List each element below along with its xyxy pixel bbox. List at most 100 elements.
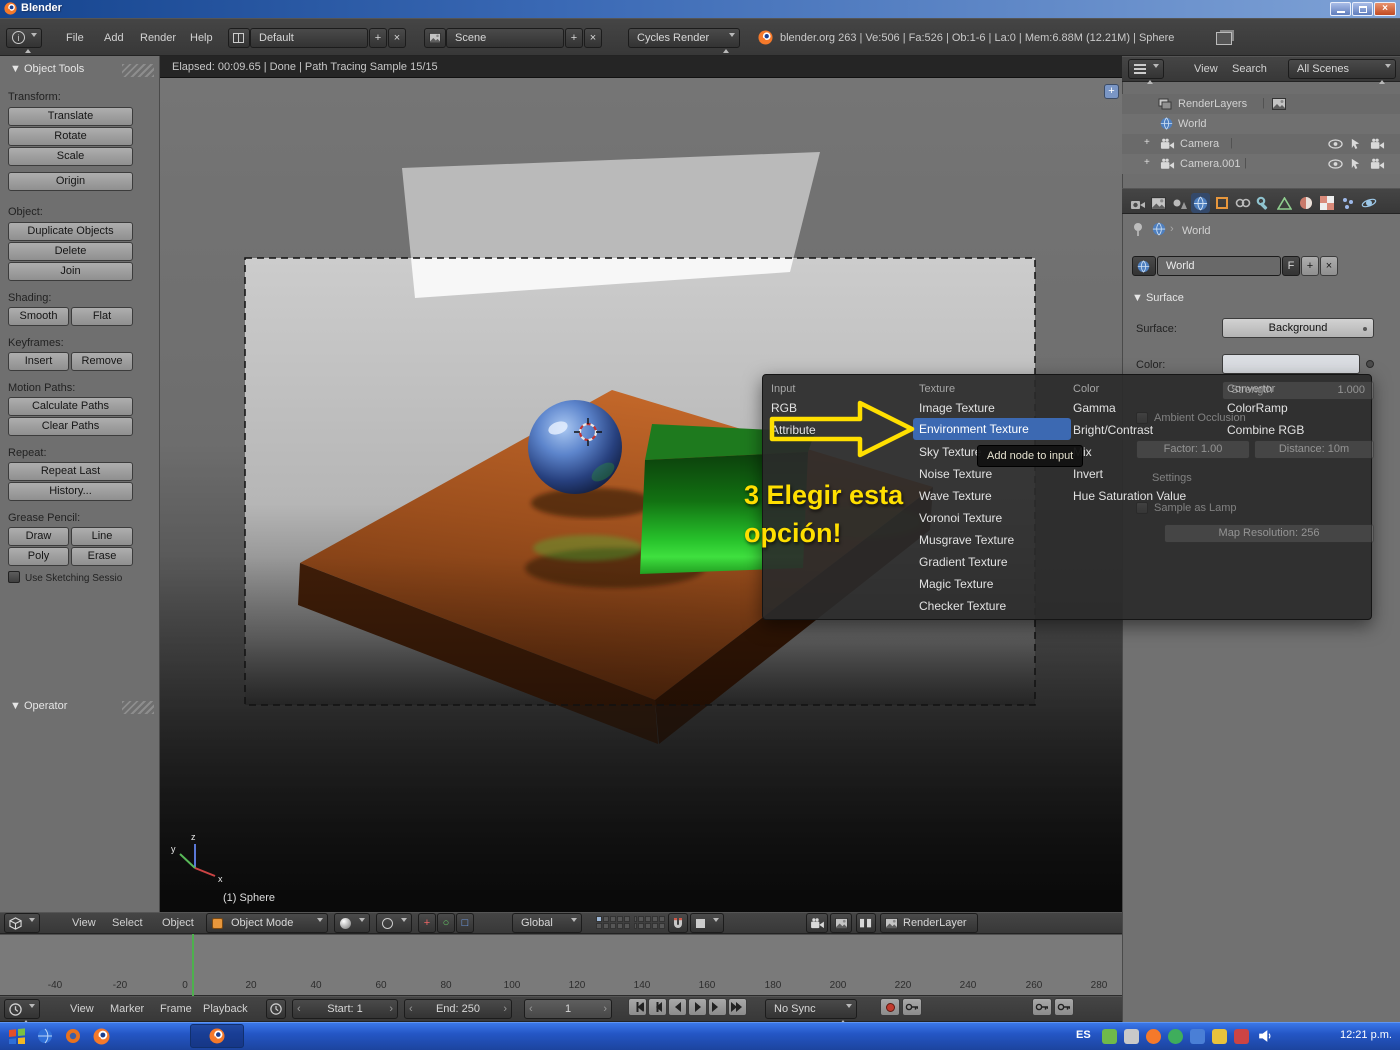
timeline-menu-marker[interactable]: Marker xyxy=(110,999,144,1019)
screen-layout-add-button[interactable]: + xyxy=(369,28,387,48)
timeline-menu-playback[interactable]: Playback xyxy=(203,999,248,1019)
render-opengl-button[interactable] xyxy=(806,913,828,933)
outliner-menu-search[interactable]: Search xyxy=(1232,59,1267,79)
duplicate-objects-button[interactable]: Duplicate Objects xyxy=(8,222,133,241)
quick-launch-firefox-icon[interactable] xyxy=(62,1025,84,1047)
selectability-toggle-icon[interactable] xyxy=(1350,158,1361,169)
renderability-toggle-icon[interactable] xyxy=(1370,138,1385,150)
menu-item-environment-texture[interactable]: Environment Texture xyxy=(913,418,1071,440)
tab-texture[interactable] xyxy=(1317,193,1336,213)
tab-scene[interactable] xyxy=(1170,193,1189,213)
menu-add[interactable]: Add xyxy=(104,28,124,48)
menu-item-invert[interactable]: Invert xyxy=(1067,463,1219,485)
visibility-toggle-icon[interactable] xyxy=(1328,159,1343,169)
jump-to-end-button[interactable] xyxy=(728,998,747,1016)
pin-icon[interactable] xyxy=(1132,222,1144,236)
tray-icon-5[interactable] xyxy=(1190,1029,1205,1044)
rotate-button[interactable]: Rotate xyxy=(8,127,133,146)
translate-button[interactable]: Translate xyxy=(8,107,133,126)
snap-element-dropdown[interactable] xyxy=(690,913,724,933)
repeat-last-button[interactable]: Repeat Last xyxy=(8,462,133,481)
taskbar-clock[interactable]: 12:21 p.m. xyxy=(1322,1029,1392,1041)
renderlayer-field[interactable]: RenderLayer xyxy=(880,913,978,933)
manipulator-scale-toggle[interactable]: □ xyxy=(456,913,474,933)
play-reverse-button[interactable] xyxy=(668,998,687,1016)
autokey-button[interactable] xyxy=(902,998,922,1016)
menu-render[interactable]: Render xyxy=(140,28,176,48)
origin-button[interactable]: Origin xyxy=(8,172,133,191)
manipulator-translate-toggle[interactable]: + xyxy=(418,913,436,933)
surface-type-dropdown[interactable]: Background xyxy=(1222,318,1374,338)
gp-poly-button[interactable]: Poly xyxy=(8,547,69,566)
jump-to-start-button[interactable] xyxy=(628,998,647,1016)
menu-item-magic-texture[interactable]: Magic Texture xyxy=(913,573,1067,595)
pause-render-button[interactable]: ▮▮ xyxy=(856,913,876,933)
tab-material[interactable] xyxy=(1296,193,1315,213)
layers-widget[interactable] xyxy=(596,916,662,931)
sync-dropdown[interactable]: No Sync xyxy=(765,999,857,1019)
menu-item-musgrave-texture[interactable]: Musgrave Texture xyxy=(913,529,1067,551)
timeline-menu-frame[interactable]: Frame xyxy=(160,999,192,1019)
outliner-row-camera[interactable]: + Camera | xyxy=(1122,134,1400,154)
mode-dropdown[interactable]: Object Mode xyxy=(206,913,328,933)
menu-item-colorramp[interactable]: ColorRamp xyxy=(1221,397,1367,419)
timeline-menu-view[interactable]: View xyxy=(70,999,94,1019)
tab-object-data[interactable] xyxy=(1275,193,1294,213)
smooth-button[interactable]: Smooth xyxy=(8,307,69,326)
tab-object[interactable] xyxy=(1212,193,1231,213)
object-tools-panel-header[interactable]: ▼ Object Tools xyxy=(10,63,84,75)
calculate-paths-button[interactable]: Calculate Paths xyxy=(8,397,133,416)
sketching-session-checkbox[interactable] xyxy=(8,571,20,583)
panel-grip[interactable] xyxy=(122,64,154,77)
menu-help[interactable]: Help xyxy=(190,28,213,48)
delete-button[interactable]: Delete xyxy=(8,242,133,261)
tray-icon-7[interactable] xyxy=(1234,1029,1249,1044)
window-duplicate-icon[interactable] xyxy=(1216,32,1232,45)
operator-panel-header[interactable]: ▼ Operator xyxy=(10,700,67,712)
gp-draw-button[interactable]: Draw xyxy=(8,527,69,546)
fake-user-button[interactable]: F xyxy=(1282,256,1300,276)
properties-region-toggle[interactable]: + xyxy=(1104,84,1119,99)
render-engine-dropdown[interactable]: Cycles Render xyxy=(628,28,740,48)
expand-icon[interactable]: + xyxy=(1144,157,1150,168)
tray-icon-2[interactable] xyxy=(1124,1029,1139,1044)
menu-item-gamma[interactable]: Gamma xyxy=(1067,397,1219,419)
tab-render-layers[interactable] xyxy=(1149,193,1168,213)
tray-icon-3[interactable] xyxy=(1146,1029,1161,1044)
remove-keyframe-button[interactable]: Remove xyxy=(71,352,133,371)
menu-item-voronoi-texture[interactable]: Voronoi Texture xyxy=(913,507,1067,529)
view3d-menu-object[interactable]: Object xyxy=(162,913,194,933)
world-color-swatch[interactable] xyxy=(1222,354,1360,374)
menu-item-mix[interactable]: Mix xyxy=(1067,441,1219,463)
animate-dot-button[interactable] xyxy=(1366,360,1374,368)
jump-prev-keyframe-button[interactable] xyxy=(648,998,667,1016)
outliner-row-renderlayers[interactable]: RenderLayers | xyxy=(1122,94,1400,114)
jump-next-keyframe-button[interactable] xyxy=(708,998,727,1016)
menu-item-hue-saturation[interactable]: Hue Saturation Value xyxy=(1067,485,1227,507)
keying-set-add-button[interactable] xyxy=(1032,998,1052,1016)
scene-delete-button[interactable]: × xyxy=(584,28,602,48)
timeline-ruler[interactable] xyxy=(0,934,1122,996)
menu-item-gradient-texture[interactable]: Gradient Texture xyxy=(913,551,1067,573)
history-button[interactable]: History... xyxy=(8,482,133,501)
pivot-dropdown[interactable] xyxy=(376,913,412,933)
tray-icon-1[interactable] xyxy=(1102,1029,1117,1044)
visibility-toggle-icon[interactable] xyxy=(1328,139,1343,149)
gp-line-button[interactable]: Line xyxy=(71,527,133,546)
view3d-menu-view[interactable]: View xyxy=(72,913,96,933)
os-titlebar[interactable]: Blender × xyxy=(0,0,1400,18)
view3d-menu-select[interactable]: Select xyxy=(112,913,143,933)
minimize-button[interactable] xyxy=(1330,2,1351,16)
use-preview-range-toggle[interactable] xyxy=(266,999,286,1019)
editor-type-button-timeline[interactable] xyxy=(4,999,40,1019)
play-button[interactable] xyxy=(688,998,707,1016)
world-name-field[interactable]: World xyxy=(1157,256,1281,276)
maximize-button[interactable] xyxy=(1352,2,1373,16)
menu-item-image-texture[interactable]: Image Texture xyxy=(913,397,1067,419)
editor-type-button-outliner[interactable] xyxy=(1128,59,1164,79)
tab-world[interactable] xyxy=(1191,193,1210,213)
editor-type-button-3dview[interactable] xyxy=(4,913,40,933)
outliner-row-camera-001[interactable]: + Camera.001 | xyxy=(1122,154,1400,174)
outliner-row-world[interactable]: World xyxy=(1122,114,1400,134)
join-button[interactable]: Join xyxy=(8,262,133,281)
